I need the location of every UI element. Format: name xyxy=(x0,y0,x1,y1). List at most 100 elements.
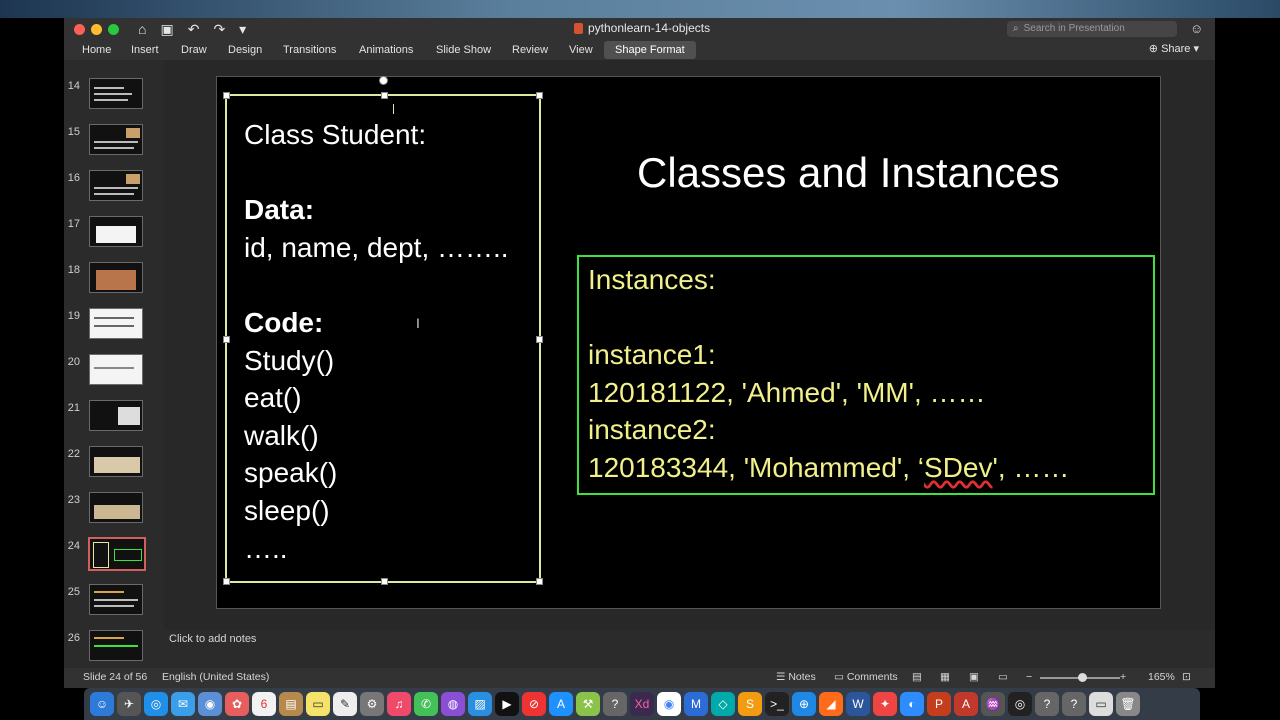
people-icon[interactable]: ☺ xyxy=(1190,21,1203,36)
help-icon-2[interactable]: ? xyxy=(1035,692,1059,716)
tab-slide-show[interactable]: Slide Show xyxy=(425,41,502,59)
notes-pane[interactable]: Click to add notes xyxy=(164,630,1215,672)
thumbnail-slide-24[interactable]: 24 xyxy=(64,537,164,574)
zoom-in-icon[interactable]: + xyxy=(1120,671,1126,683)
vscode-icon[interactable]: ◇ xyxy=(711,692,735,716)
trash-icon[interactable]: 🗑 xyxy=(1116,692,1140,716)
tab-review[interactable]: Review xyxy=(501,41,559,59)
slide-thumbnails-pane[interactable]: 14 15 16 17 18 19 20 21 22 23 24 25 26 xyxy=(64,60,164,672)
zoom-slider-knob[interactable] xyxy=(1078,673,1087,682)
mail-icon[interactable]: ✉ xyxy=(171,692,195,716)
calendar-icon[interactable]: 6 xyxy=(252,692,276,716)
obs-icon[interactable]: ◎ xyxy=(1008,692,1032,716)
resize-handle-bottom-right[interactable] xyxy=(536,578,543,585)
class-student-text[interactable]: Class Student: Data: id, name, dept, ……..… xyxy=(244,116,509,567)
slide-show-icon[interactable]: ▭ xyxy=(998,671,1008,683)
redo-icon[interactable]: ↷ xyxy=(213,20,225,38)
thumbnail-slide-14[interactable]: 14 xyxy=(64,78,164,114)
tab-draw[interactable]: Draw xyxy=(170,41,218,59)
minimize-button[interactable] xyxy=(91,24,102,35)
launchpad-icon[interactable]: ✈ xyxy=(117,692,141,716)
rotation-handle[interactable] xyxy=(379,76,388,85)
spelling-error-word[interactable]: SDev xyxy=(924,452,992,483)
fit-to-window-icon[interactable]: ⊡ xyxy=(1182,671,1191,683)
sublime-text-icon[interactable]: S xyxy=(738,692,762,716)
language-indicator[interactable]: English (United States) xyxy=(162,671,269,683)
tab-design[interactable]: Design xyxy=(217,41,273,59)
adobe-xd-icon[interactable]: Xd xyxy=(630,692,654,716)
notes-toggle[interactable]: ☰ Notes xyxy=(776,671,816,683)
music-icon[interactable]: ♫ xyxy=(387,692,411,716)
reading-view-icon[interactable]: ▣ xyxy=(969,671,979,683)
comments-toggle[interactable]: ▭ Comments xyxy=(834,671,898,683)
news-icon[interactable]: ⊘ xyxy=(522,692,546,716)
tab-home[interactable]: Home xyxy=(71,41,122,59)
apple-tv-icon[interactable]: ▶ xyxy=(495,692,519,716)
zoom-app-icon[interactable]: ◐ xyxy=(900,692,924,716)
thumbnail-slide-16[interactable]: 16 xyxy=(64,170,164,206)
resize-handle-top-right[interactable] xyxy=(536,92,543,99)
thumbnail-slide-26[interactable]: 26 xyxy=(64,630,164,666)
thumbnail-slide-18[interactable]: 18 xyxy=(64,262,164,298)
thumbnail-slide-17[interactable]: 17 xyxy=(64,216,164,252)
undo-icon[interactable]: ↶ xyxy=(188,20,200,38)
resize-handle-top-left[interactable] xyxy=(223,92,230,99)
slide-sorter-icon[interactable]: ▦ xyxy=(940,671,950,683)
home-icon[interactable]: ⌂ xyxy=(138,20,146,38)
class-student-textbox[interactable]: Class Student: Data: id, name, dept, ……..… xyxy=(223,92,543,585)
thumbnail-slide-21[interactable]: 21 xyxy=(64,400,164,436)
slide-title[interactable]: Classes and Instances xyxy=(637,149,1060,197)
stickies-icon[interactable]: ▭ xyxy=(306,692,330,716)
tab-insert[interactable]: Insert xyxy=(120,41,170,59)
save-icon[interactable]: ▣ xyxy=(160,20,173,38)
preview-icon[interactable]: ▨ xyxy=(468,692,492,716)
search-input[interactable]: ⌕ Search in Presentation xyxy=(1007,21,1177,37)
slide-editor[interactable]: Class Student: Data: id, name, dept, ……..… xyxy=(164,60,1215,630)
safari-icon[interactable]: ◎ xyxy=(144,692,168,716)
zoom-button[interactable] xyxy=(108,24,119,35)
chrome-icon[interactable]: ◉ xyxy=(657,692,681,716)
thumbnail-slide-22[interactable]: 22 xyxy=(64,446,164,482)
thumbnail-slide-25[interactable]: 25 xyxy=(64,584,164,620)
system-preferences-icon[interactable]: ⚙ xyxy=(360,692,384,716)
acrobat-icon[interactable]: A xyxy=(954,692,978,716)
notes-placeholder[interactable]: Click to add notes xyxy=(169,633,256,645)
tab-view[interactable]: View xyxy=(558,41,604,59)
maps-icon[interactable]: M xyxy=(684,692,708,716)
resize-handle-left[interactable] xyxy=(223,336,230,343)
tab-shape-format[interactable]: Shape Format xyxy=(604,41,696,59)
help-icon-3[interactable]: ? xyxy=(1062,692,1086,716)
finder-icon[interactable]: ☺ xyxy=(90,692,114,716)
normal-view-icon[interactable]: ▤ xyxy=(912,671,922,683)
thumbnail-slide-15[interactable]: 15 xyxy=(64,124,164,160)
app-store-icon[interactable]: A xyxy=(549,692,573,716)
thumbnail-slide-23[interactable]: 23 xyxy=(64,492,164,528)
sourcetree-icon[interactable]: ⊕ xyxy=(792,692,816,716)
tab-animations[interactable]: Animations xyxy=(348,41,424,59)
customize-toolbar-icon[interactable]: ▾ xyxy=(239,20,246,38)
resize-handle-bottom-left[interactable] xyxy=(223,578,230,585)
word-icon[interactable]: W xyxy=(846,692,870,716)
photos-icon[interactable]: ✿ xyxy=(225,692,249,716)
zoom-level[interactable]: 165% xyxy=(1148,671,1175,683)
notes-app-icon[interactable]: ▤ xyxy=(279,692,303,716)
zoom-out-icon[interactable]: − xyxy=(1026,671,1032,683)
close-button[interactable] xyxy=(74,24,85,35)
powerpoint-icon[interactable]: P xyxy=(927,692,951,716)
terminal-icon[interactable]: >_ xyxy=(765,692,789,716)
instances-text[interactable]: Instances: instance1: 120181122, 'Ahmed',… xyxy=(588,261,1069,487)
contacts-icon[interactable]: ◉ xyxy=(198,692,222,716)
paw-icon[interactable]: ✦ xyxy=(873,692,897,716)
thumbnail-slide-20[interactable]: 20 xyxy=(64,354,164,390)
thumbnail-slide-19[interactable]: 19 xyxy=(64,308,164,344)
resize-handle-bottom[interactable] xyxy=(381,578,388,585)
textedit-icon[interactable]: ✎ xyxy=(333,692,357,716)
keyboard-icon[interactable]: ▭ xyxy=(1089,692,1113,716)
xcode-icon[interactable]: ⚒ xyxy=(576,692,600,716)
help-icon[interactable]: ? xyxy=(603,692,627,716)
share-button[interactable]: ⊕ Share ▾ xyxy=(1149,42,1199,55)
swift-icon[interactable]: ◢ xyxy=(819,692,843,716)
resize-handle-right[interactable] xyxy=(536,336,543,343)
messages-icon[interactable]: ✆ xyxy=(414,692,438,716)
activity-monitor-icon[interactable]: ♒ xyxy=(981,692,1005,716)
